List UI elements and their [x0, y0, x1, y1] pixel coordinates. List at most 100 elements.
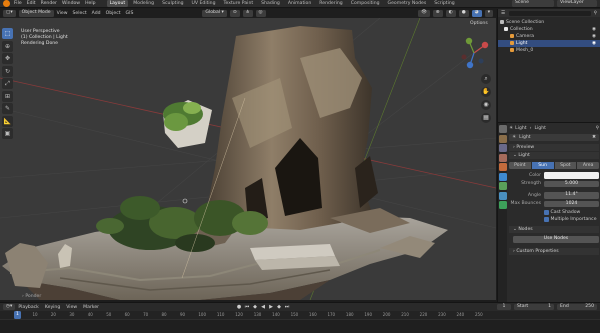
filter-icon[interactable]: ⚲ — [594, 11, 597, 16]
zoom-icon[interactable]: ⌕ — [481, 74, 491, 84]
multiple-importance-checkbox[interactable]: Multiple Importance — [509, 217, 599, 222]
outliner-item-collection[interactable]: Collection ◉ — [498, 26, 600, 33]
menu-view[interactable]: View — [66, 305, 77, 310]
scene-collection-item[interactable]: Scene Collection — [498, 19, 600, 26]
light-type-sun[interactable]: Sun — [531, 162, 555, 169]
transform-orientation-selector[interactable]: Global ▾ — [202, 10, 227, 17]
nodes-panel-header[interactable]: ⌄ Nodes — [509, 226, 599, 233]
editor-type-icon[interactable]: ▢▾ — [3, 10, 16, 17]
tab-uv-editing[interactable]: UV Editing — [189, 0, 219, 7]
camera-view-icon[interactable]: ◉ — [481, 100, 491, 110]
color-swatch[interactable] — [544, 172, 599, 179]
tab-modeling[interactable]: Modeling — [130, 0, 157, 7]
render-tab-icon[interactable] — [498, 134, 507, 143]
light-panel-header[interactable]: ⌄ Light — [509, 152, 599, 159]
shading-rendered-icon[interactable]: ◕ — [471, 10, 482, 17]
tab-sculpting[interactable]: Sculpting — [159, 0, 186, 7]
playhead[interactable]: 1 — [14, 311, 21, 319]
annotate-icon[interactable]: ✎ — [2, 103, 13, 114]
tab-rendering[interactable]: Rendering — [316, 0, 345, 7]
outliner-display-icon[interactable]: ☰ — [501, 11, 505, 16]
output-tab-icon[interactable] — [498, 144, 507, 152]
timeline-editor-icon[interactable]: ◷▾ — [3, 303, 16, 311]
visibility-eye-icon[interactable]: ◉ — [592, 33, 596, 40]
gizmo-toggle-icon[interactable]: ⊕ — [432, 10, 443, 17]
transform-icon[interactable]: ⊞ — [2, 90, 13, 102]
select-box-icon[interactable]: ⬚ — [2, 28, 13, 39]
menu-window[interactable]: Window — [62, 1, 80, 6]
physics-tab-icon[interactable] — [498, 182, 507, 190]
perspective-grid-icon[interactable]: ▦ — [481, 113, 491, 123]
menu-marker[interactable]: Marker — [83, 305, 99, 310]
start-frame-field[interactable]: Start 1 — [514, 303, 554, 311]
menu-help[interactable]: Help — [85, 1, 95, 6]
proportional-edit-icon[interactable]: ◎ — [255, 10, 266, 17]
light-data-tab-icon[interactable] — [498, 201, 507, 209]
current-frame-field[interactable]: 1 — [497, 303, 511, 311]
pin-icon[interactable]: ⚲ — [596, 126, 599, 131]
constraints-tab-icon[interactable] — [498, 191, 507, 200]
last-operator-panel[interactable]: › Ponder — [22, 294, 41, 299]
options-menu[interactable]: Options — [470, 21, 488, 26]
tab-layout[interactable]: Layout — [106, 0, 129, 7]
measure-icon[interactable]: 📐 — [2, 115, 13, 127]
menu-render[interactable]: Render — [41, 1, 57, 6]
pan-hand-icon[interactable]: ✋ — [481, 87, 491, 97]
visibility-eye-icon[interactable]: ◉ — [592, 26, 596, 33]
scene-tab-icon[interactable] — [498, 153, 507, 162]
menu-file[interactable]: File — [14, 1, 22, 6]
object-tab-icon[interactable] — [498, 163, 507, 171]
outliner-search-input[interactable] — [509, 10, 591, 16]
menu-playback[interactable]: Playback — [18, 305, 39, 310]
light-type-point[interactable]: Point — [509, 162, 532, 169]
use-nodes-button[interactable]: Use Nodes — [513, 236, 599, 243]
3d-viewport[interactable]: User Perspective (1) Collection | Light … — [0, 18, 496, 300]
scene-selector[interactable]: Scene — [512, 0, 554, 7]
preview-panel-header[interactable]: › Preview — [509, 144, 599, 151]
visibility-icon[interactable]: 👁 — [417, 10, 430, 17]
record-icon[interactable]: ● — [236, 304, 242, 310]
light-type-area[interactable]: Area — [577, 162, 599, 169]
angle-field[interactable]: 11.4° — [544, 192, 599, 199]
tab-shading[interactable]: Shading — [258, 0, 283, 7]
shading-options-icon[interactable]: ▾ — [484, 10, 493, 17]
play-icon[interactable]: ▶ — [268, 304, 274, 310]
tab-compositing[interactable]: Compositing — [348, 0, 383, 7]
jump-end-icon[interactable]: ⏭ — [284, 304, 290, 310]
overlay-toggle-icon[interactable]: ◐ — [445, 10, 456, 17]
tab-geometry-nodes[interactable]: Geometry Nodes — [385, 0, 430, 7]
move-icon[interactable]: ✥ — [2, 53, 13, 64]
jump-start-icon[interactable]: ⏮ — [244, 304, 250, 310]
menu-add[interactable]: Add — [92, 11, 101, 16]
modifiers-tab-icon[interactable] — [498, 172, 507, 181]
prev-keyframe-icon[interactable]: ◆ — [252, 304, 258, 310]
menu-view[interactable]: View — [57, 11, 68, 16]
max-bounces-field[interactable]: 1024 — [544, 200, 599, 207]
end-frame-field[interactable]: End 250 — [557, 303, 597, 311]
custom-properties-header[interactable]: › Custom Properties — [509, 247, 599, 255]
fake-user-icon[interactable]: ✖ — [592, 135, 596, 140]
outliner-item-light[interactable]: Light ◉ — [498, 40, 600, 47]
menu-edit[interactable]: Edit — [27, 1, 36, 6]
menu-gis[interactable]: GIS — [126, 11, 134, 16]
pivot-icon[interactable]: ⊙ — [229, 10, 240, 17]
tab-texture-paint[interactable]: Texture Paint — [221, 0, 257, 7]
light-type-spot[interactable]: Spot — [554, 162, 578, 169]
snap-icon[interactable]: ⋔ — [242, 10, 253, 17]
outliner-item-mesh[interactable]: Mesh_0 — [498, 47, 600, 54]
tool-tab-icon[interactable] — [498, 125, 507, 133]
menu-keying[interactable]: Keying — [45, 305, 60, 310]
light-datablock-selector[interactable]: ☀ Light ✖ — [509, 134, 599, 141]
timeline-ruler[interactable]: 0102030405060708090100110120130140150160… — [0, 311, 600, 319]
rotate-icon[interactable]: ↻ — [2, 65, 13, 77]
tab-animation[interactable]: Animation — [285, 0, 314, 7]
view-layer-selector[interactable]: ViewLayer — [557, 0, 597, 7]
cursor-icon[interactable]: ⊕ — [2, 40, 13, 52]
play-reverse-icon[interactable]: ◀ — [260, 304, 266, 310]
outliner-item-camera[interactable]: Camera ◉ — [498, 33, 600, 40]
mode-selector[interactable]: Object Mode — [18, 10, 54, 17]
blender-logo-icon[interactable] — [3, 0, 10, 7]
tab-scripting[interactable]: Scripting — [431, 0, 457, 7]
scale-icon[interactable]: ⤢ — [2, 78, 13, 89]
strength-field[interactable]: 5.000 — [544, 180, 599, 187]
